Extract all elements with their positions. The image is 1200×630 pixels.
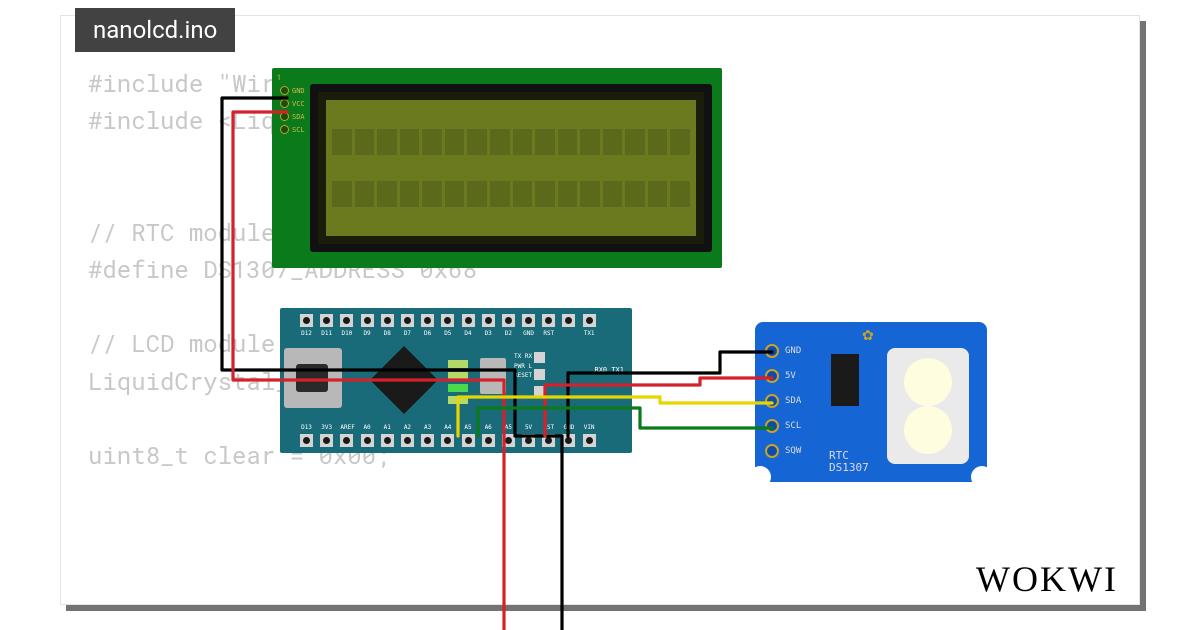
nano-pin-rst bbox=[542, 434, 555, 447]
rtc-pin-sda: SDA bbox=[765, 394, 801, 408]
nano-pin-a4 bbox=[441, 434, 454, 447]
nano-bottom-labels: D133V3AREFA0A1A2A3A4A5A6A55VRSTGNDVIN bbox=[300, 424, 596, 431]
nano-pin-a5 bbox=[502, 434, 515, 447]
nano-bottom-pin-row bbox=[300, 434, 596, 447]
arduino-nano: D12D11D10D9D8D7D6D5D4D3D2GNDRSTTX1 D133V… bbox=[280, 308, 632, 453]
nano-top-pin-row bbox=[300, 314, 596, 327]
lcd-pin1-marker: 1 bbox=[277, 74, 281, 82]
nano-pin-d3 bbox=[482, 314, 495, 327]
adafruit-flower-icon: ✿ bbox=[862, 328, 880, 346]
nano-top-labels: D12D11D10D9D8D7D6D5D4D3D2GNDRSTTX1 bbox=[300, 330, 596, 337]
nano-usb-port bbox=[284, 348, 342, 408]
nano-led-l bbox=[448, 396, 468, 404]
lcd-i2c-pins: GND VCC SDA SCL bbox=[280, 86, 305, 134]
lcd-pin-sda: SDA bbox=[280, 112, 305, 121]
nano-pin-d11 bbox=[320, 314, 333, 327]
nano-pin-d8 bbox=[381, 314, 394, 327]
nano-pin-nc bbox=[562, 314, 575, 327]
nano-rx-tx-label: RX0 TX1 bbox=[594, 366, 624, 374]
lcd-1602-module: 1 GND VCC SDA SCL bbox=[272, 68, 722, 268]
nano-pin-d10 bbox=[340, 314, 353, 327]
nano-pin-d2 bbox=[502, 314, 515, 327]
lcd-pin-scl: SCL bbox=[280, 125, 305, 134]
filename-tab: nanolcd.ino bbox=[75, 8, 235, 52]
rtc-pin-scl: SCL bbox=[765, 419, 801, 433]
nano-pin-a5 bbox=[462, 434, 475, 447]
lcd-bezel bbox=[310, 84, 712, 252]
nano-pin-d4 bbox=[462, 314, 475, 327]
nano-mcu-chip bbox=[370, 346, 438, 414]
rtc-ds1307-module: ✿ GND 5V SDA SCL SQW RTCDS1307 bbox=[755, 322, 987, 482]
nano-pin-a3 bbox=[421, 434, 434, 447]
nano-pin-aref bbox=[340, 434, 353, 447]
rtc-pin-sqw: SQW bbox=[765, 444, 801, 458]
rtc-pin-gnd: GND bbox=[765, 344, 801, 358]
nano-pin-a1 bbox=[381, 434, 394, 447]
lcd-screen bbox=[326, 100, 696, 236]
rtc-mount-hole bbox=[749, 466, 771, 488]
nano-pin-d9 bbox=[361, 314, 374, 327]
nano-pin-3v3 bbox=[320, 434, 333, 447]
rtc-ic-chip bbox=[831, 354, 859, 406]
nano-pin-d7 bbox=[401, 314, 414, 327]
nano-led-tx bbox=[448, 360, 468, 368]
nano-pin-d5 bbox=[441, 314, 454, 327]
nano-led-rx bbox=[448, 372, 468, 380]
nano-pin-tx1 bbox=[583, 314, 596, 327]
rtc-pin-header: GND 5V SDA SCL SQW bbox=[765, 344, 801, 458]
nano-icsp-pins bbox=[534, 352, 545, 397]
nano-pin-5v bbox=[522, 434, 535, 447]
nano-pin-a0 bbox=[361, 434, 374, 447]
wokwi-watermark: WOKWI bbox=[976, 558, 1118, 600]
nano-pin-d13 bbox=[300, 434, 313, 447]
nano-pin-vin bbox=[583, 434, 596, 447]
nano-pin-d12 bbox=[300, 314, 313, 327]
nano-mid-labels: TX RX PWR L RESET bbox=[514, 352, 532, 381]
nano-pin-rst bbox=[542, 314, 555, 327]
nano-pin-gnd bbox=[562, 434, 575, 447]
nano-pin-a6 bbox=[482, 434, 495, 447]
rtc-pin-5v: 5V bbox=[765, 369, 801, 383]
nano-status-leds bbox=[448, 360, 468, 404]
lcd-pin-gnd: GND bbox=[280, 86, 305, 95]
nano-led-pwr bbox=[448, 384, 468, 392]
nano-pin-a2 bbox=[401, 434, 414, 447]
lcd-pin-vcc: VCC bbox=[280, 99, 305, 108]
nano-pin-gnd bbox=[522, 314, 535, 327]
rtc-mount-hole bbox=[971, 466, 993, 488]
rtc-silkscreen-label: RTCDS1307 bbox=[829, 450, 869, 474]
nano-reset-button[interactable] bbox=[480, 358, 506, 394]
nano-pin-d6 bbox=[421, 314, 434, 327]
rtc-battery-holder bbox=[887, 348, 969, 464]
